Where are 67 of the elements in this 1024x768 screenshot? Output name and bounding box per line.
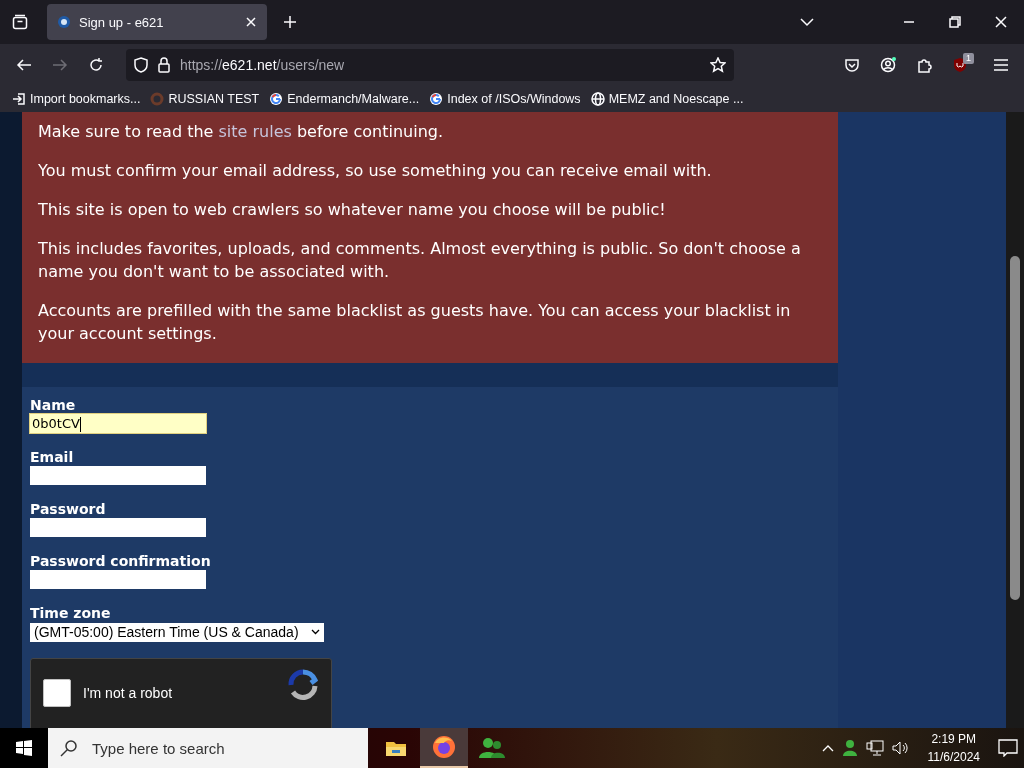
address-bar[interactable]: https://e621.net/users/new (126, 49, 734, 81)
bookmark-link[interactable]: RUSSIAN TEST (150, 92, 260, 106)
field-label: Password (30, 501, 106, 518)
star-icon[interactable] (710, 57, 726, 73)
google-icon (269, 92, 284, 106)
google-icon (429, 92, 444, 106)
close-icon[interactable] (245, 16, 257, 28)
close-icon[interactable] (995, 16, 1007, 28)
bookmark-link[interactable]: MEMZ and Noescape ... (590, 92, 744, 106)
site-icon (150, 92, 165, 106)
firefox-icon (432, 735, 456, 759)
search-field[interactable]: Type here to search (48, 728, 368, 768)
field-label: Password confirmation (30, 553, 211, 570)
chevron-down-icon (310, 629, 320, 635)
scrollbar-thumb[interactable] (1010, 256, 1020, 600)
input-field[interactable]: 0b0tCV (30, 414, 206, 433)
start-button[interactable] (0, 728, 48, 768)
people-icon (479, 737, 505, 759)
network-icon[interactable] (865, 740, 884, 756)
checkbox-label: I'm not a robot (83, 684, 173, 701)
url-text: https://e621.net/users/new (180, 57, 346, 73)
bookmark-link[interactable]: Index of /ISOs/Windows (429, 92, 581, 106)
checkbox[interactable] (43, 678, 71, 707)
clock-date[interactable]: 11/6/2024 (927, 748, 980, 766)
forward-icon[interactable] (52, 57, 68, 73)
search-icon (60, 739, 78, 757)
taskbar-app[interactable] (420, 728, 468, 768)
site-rules-link[interactable]: site rules (218, 122, 292, 141)
import-icon (12, 92, 26, 106)
lock-icon (158, 57, 170, 73)
dropdown[interactable]: (GMT-05:00) Eastern Time (US & Canada) (30, 622, 324, 642)
chevron-up-icon[interactable] (821, 744, 834, 752)
site-icon (57, 15, 71, 29)
notice-text: Make sure to read the site rules before continuing. (38, 121, 445, 143)
reload-icon[interactable] (88, 57, 104, 73)
clock-time[interactable]: 2:19 PM (931, 730, 977, 748)
person-icon[interactable] (841, 739, 858, 757)
captcha-logo-icon (287, 668, 319, 701)
windows-icon (16, 740, 32, 756)
new-tab-icon[interactable] (283, 15, 297, 29)
bookmark-link[interactable]: Endermanch/Malware... (269, 92, 420, 106)
input-field[interactable] (30, 570, 206, 589)
notice-text: This includes favorites, uploads, and comments. Almost everything is public. So don't choose a name you don't want to be associated with. (38, 238, 802, 283)
globe-icon (590, 92, 605, 106)
chevron-down-icon[interactable] (800, 17, 814, 27)
restore-icon[interactable] (949, 16, 961, 28)
menu-icon[interactable] (993, 58, 1009, 72)
back-icon[interactable] (16, 57, 32, 73)
notice-text: You must confirm your email address, so use something you can receive email with. (38, 160, 713, 182)
browser-tab[interactable]: Sign up - e621 (47, 4, 267, 40)
count-badge: 1 (963, 53, 974, 64)
account-icon[interactable] (880, 57, 896, 73)
folder-icon (385, 739, 407, 757)
notification-icon[interactable] (998, 739, 1018, 757)
input-field[interactable] (30, 466, 206, 485)
puzzle-icon[interactable] (916, 57, 932, 73)
field-label: Time zone (30, 605, 111, 622)
notice-text: This site is open to web crawlers so whatever name you choose will be public! (38, 199, 667, 221)
pocket-icon[interactable] (844, 57, 860, 73)
field-label: Name (30, 397, 76, 414)
input-field[interactable] (30, 518, 206, 537)
notice-text: Accounts are prefilled with the same blacklist as guests have. You can access your blacklist in your account settings. (38, 300, 792, 345)
tab-list-icon[interactable] (12, 14, 28, 30)
field-label: Email (30, 449, 74, 466)
shield-icon (134, 57, 148, 73)
speaker-icon[interactable] (891, 740, 910, 756)
bookmark-link[interactable]: Import bookmarks... (12, 92, 141, 106)
